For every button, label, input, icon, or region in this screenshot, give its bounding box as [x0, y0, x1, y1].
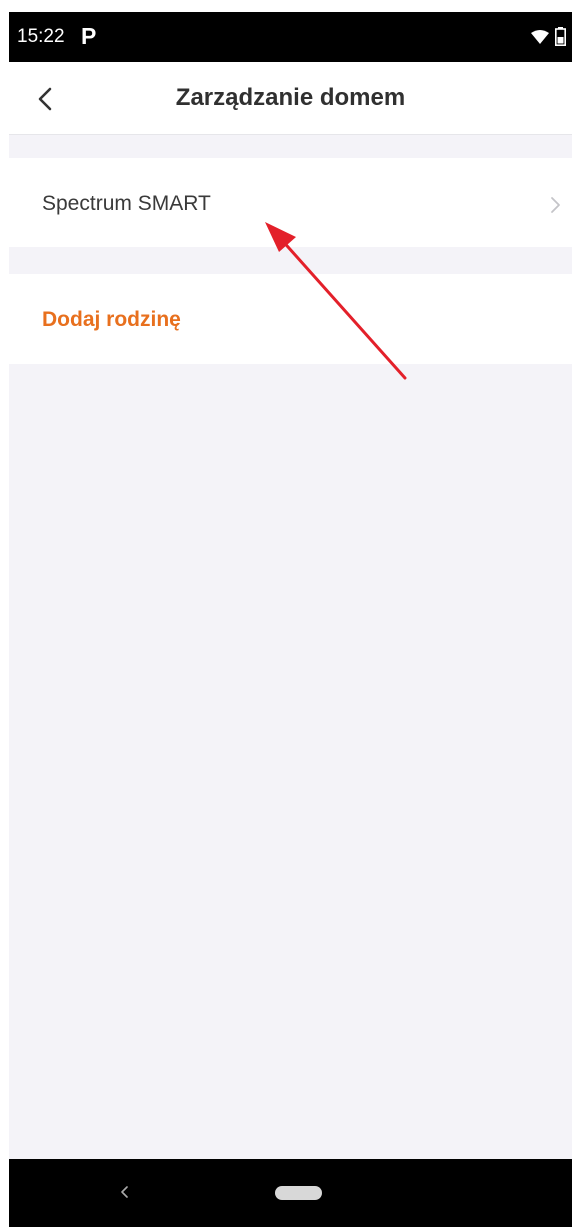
status-icons — [531, 27, 566, 46]
battery-icon — [555, 27, 566, 46]
page-title: Zarządzanie domem — [175, 84, 406, 111]
parking-notification-icon: P — [81, 23, 97, 49]
status-time: 15:22 — [17, 26, 65, 47]
app-header: Zarządzanie domem — [9, 62, 572, 135]
navigation-bar — [9, 1159, 572, 1227]
phone-screen: 15:22 P Zarządzanie domem Spectrum SMART — [9, 12, 572, 1227]
wifi-icon — [531, 29, 549, 44]
add-family-label: Dodaj rodzinę — [42, 308, 181, 331]
home-name: Spectrum SMART — [42, 192, 211, 215]
add-family-button[interactable]: Dodaj rodzinę — [9, 274, 572, 364]
home-list-item[interactable]: Spectrum SMART — [9, 158, 572, 247]
nav-back-icon[interactable] — [117, 1181, 131, 1203]
chevron-right-icon — [551, 197, 560, 213]
nav-home-pill[interactable] — [275, 1186, 322, 1200]
status-bar: 15:22 P — [9, 12, 572, 62]
